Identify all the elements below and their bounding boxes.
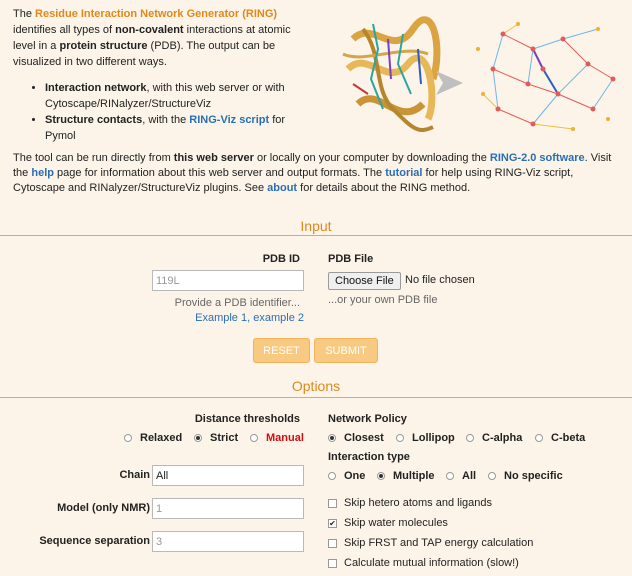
hero-illustration [342, 16, 616, 132]
skip-energy-checkbox[interactable]: Skip FRST and TAP energy calculation [328, 537, 533, 549]
checkbox-label: Skip hetero atoms and ligands [344, 497, 492, 509]
policy-c-beta-radio[interactable]: C-beta [535, 432, 585, 444]
radio-label: C-beta [551, 432, 586, 444]
radio-label: All [462, 470, 477, 482]
interaction-no-specific-radio[interactable]: No specific [488, 470, 563, 482]
policy-lollipop-radio[interactable]: Lollipop [396, 432, 455, 444]
skip-hetero-checkbox[interactable]: Skip hetero atoms and ligands [328, 497, 492, 509]
interaction-type-label: Interaction type [328, 451, 410, 463]
pdb-id-input[interactable] [152, 270, 304, 291]
tutorial-link[interactable]: tutorial [385, 167, 422, 179]
distance-strict-radio[interactable]: Strict [194, 432, 238, 444]
radio-label: C-alpha [482, 432, 523, 444]
checkbox-label: Calculate mutual information (slow!) [344, 557, 519, 569]
chain-label: Chain [119, 469, 150, 481]
model-label: Model (only NMR) [57, 502, 150, 514]
output-item-text: , with the [142, 114, 190, 126]
intro-text-part: identifies all types of [13, 24, 116, 36]
distance-manual-radio[interactable]: Manual [250, 432, 304, 444]
chain-input[interactable] [152, 465, 304, 486]
desc-text-part: page for information about this web serv… [53, 167, 386, 179]
radio-icon [250, 434, 258, 442]
radio-label: Multiple [393, 470, 435, 482]
output-list: Interaction network, with this web serve… [13, 80, 313, 144]
arrow-icon [436, 71, 463, 95]
example-1-link[interactable]: Example 1 [195, 312, 247, 324]
radio-label: One [344, 470, 366, 482]
distance-relaxed-radio[interactable]: Relaxed [124, 432, 182, 444]
checkbox-label: Skip FRST and TAP energy calculation [344, 537, 534, 549]
policy-c-alpha-radio[interactable]: C-alpha [466, 432, 522, 444]
radio-icon [328, 472, 336, 480]
desc-text-part: or locally on your computer by downloadi… [253, 152, 490, 164]
radio-icon [535, 434, 543, 442]
intro-bold: non-covalent [115, 24, 184, 36]
pdb-file-hint: ...or your own PDB file [328, 294, 438, 306]
example-2-link[interactable]: example 2 [253, 312, 304, 324]
network-graph-image [476, 22, 616, 131]
intro-paragraph: The Residue Interaction Network Generato… [13, 6, 313, 70]
distance-thresholds-label: Distance thresholds [194, 413, 300, 425]
no-file-chosen: No file chosen [405, 274, 475, 286]
network-policy-label: Network Policy [328, 413, 407, 425]
desc-text-part: for details about the RING method. [297, 182, 471, 194]
sequence-separation-input[interactable] [152, 531, 304, 552]
intro-bold: protein structure [59, 40, 148, 52]
reset-button[interactable]: RESET [253, 338, 310, 363]
checkmark-icon: ✔ [328, 518, 337, 528]
desc-text-part: The tool can be run directly from [13, 152, 174, 164]
output-item-title: Structure contacts [45, 114, 143, 126]
radio-label: Manual [266, 432, 304, 444]
examples: Example 1, example 2 [140, 312, 304, 324]
ring-software-link[interactable]: RING-2.0 software [490, 152, 585, 164]
radio-icon [124, 434, 132, 442]
pdb-id-hint: Provide a PDB identifier... [174, 297, 300, 309]
help-link[interactable]: help [31, 167, 54, 179]
radio-icon [377, 472, 385, 480]
interaction-one-radio[interactable]: One [328, 470, 365, 482]
skip-water-checkbox[interactable]: ✔ Skip water molecules [328, 517, 448, 529]
submit-button[interactable]: SUBMIT [314, 338, 378, 363]
radio-icon [488, 472, 496, 480]
output-item-contacts: Structure contacts, with the RING-Viz sc… [45, 112, 313, 144]
model-input[interactable] [152, 498, 304, 519]
input-divider [0, 235, 632, 236]
pdb-id-label: PDB ID [262, 253, 300, 265]
radio-icon [396, 434, 404, 442]
ring-name-link[interactable]: Residue Interaction Network Generator (R… [35, 8, 277, 20]
interaction-all-radio[interactable]: All [446, 470, 476, 482]
radio-label: No specific [504, 470, 563, 482]
radio-icon [466, 434, 474, 442]
checkbox-icon [328, 498, 337, 508]
checkbox-label: Skip water molecules [344, 517, 448, 529]
sequence-separation-label: Sequence separation [39, 535, 150, 547]
policy-closest-radio[interactable]: Closest [328, 432, 384, 444]
intro-text-part: The [13, 8, 36, 20]
radio-icon [194, 434, 202, 442]
output-item-network: Interaction network, with this web serve… [45, 80, 313, 112]
mutual-information-checkbox[interactable]: Calculate mutual information (slow!) [328, 557, 519, 569]
options-section-title: Options [291, 378, 341, 394]
checkbox-icon [328, 558, 337, 568]
radio-icon [328, 434, 336, 442]
radio-label: Lollipop [412, 432, 455, 444]
description-text: The tool can be run directly from this w… [13, 151, 625, 196]
about-link[interactable]: about [267, 182, 297, 194]
desc-bold: this web server [173, 152, 254, 164]
input-section-title: Input [300, 218, 332, 234]
protein-structure-image [342, 16, 441, 132]
radio-label: Closest [344, 432, 384, 444]
radio-label: Relaxed [140, 432, 183, 444]
ring-viz-link[interactable]: RING-Viz script [189, 114, 269, 126]
checkbox-icon [328, 538, 337, 548]
intro-text: The Residue Interaction Network Generato… [13, 6, 313, 144]
interaction-multiple-radio[interactable]: Multiple [377, 470, 435, 482]
choose-file-button[interactable]: Choose File [328, 272, 401, 290]
pdb-file-label: PDB File [328, 253, 374, 265]
options-divider [0, 397, 632, 398]
radio-label: Strict [210, 432, 239, 444]
radio-icon [446, 472, 454, 480]
output-item-title: Interaction network [45, 82, 147, 94]
